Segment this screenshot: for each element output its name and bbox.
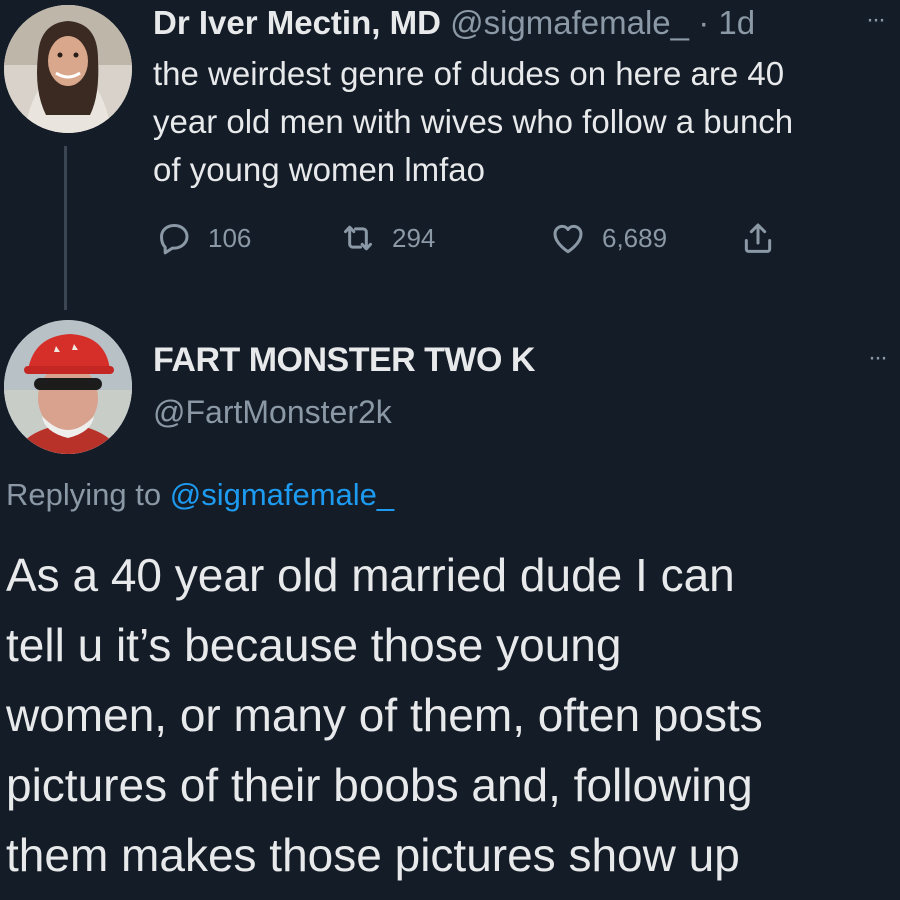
tweet2-text-line: tell u it’s because those young — [6, 619, 622, 671]
tweet1-text-line: the weirdest genre of dudes on here are … — [153, 55, 785, 92]
tweet1-text-line: of young women lmfao — [153, 151, 486, 188]
tweet1-text-line: year old men with wives who follow a bun… — [153, 103, 794, 140]
replying-to-mention[interactable]: @sigmafemale_ — [170, 477, 394, 512]
tweet1-author-handle[interactable]: @sigmafemale_ — [450, 4, 689, 41]
avatar-image — [4, 320, 132, 454]
retweet-count: 294 — [392, 222, 436, 253]
retweet-arrows-icon — [344, 225, 372, 251]
like-button[interactable]: 6,689 — [548, 218, 667, 258]
avatar-sigmafemale[interactable] — [4, 5, 132, 133]
tweet1-timestamp[interactable]: 1d — [718, 4, 755, 41]
reply-count: 106 — [208, 222, 252, 253]
tweet2-more-icon[interactable]: ··· — [868, 344, 888, 372]
tweet2-author-handle[interactable]: @FartMonster2k — [153, 394, 392, 431]
tweet2-text-line: As a 40 year old married dude I can — [6, 549, 735, 601]
reply-button[interactable]: 106 — [154, 218, 251, 258]
tweet2-author-name[interactable]: FART MONSTER TWO K — [153, 341, 535, 380]
heart-icon — [553, 224, 583, 254]
replying-to: Replying to @sigmafemale_ — [6, 477, 394, 513]
tweet2-text-line: pictures of their boobs and, following — [6, 759, 753, 811]
tweet1-author-name[interactable]: Dr Iver Mectin, MD — [153, 4, 441, 41]
tweet2-text-line: them makes those pictures show up — [6, 829, 740, 881]
avatar-fartmonster2k[interactable] — [4, 320, 132, 454]
share-button[interactable] — [738, 218, 778, 258]
retweet-button[interactable]: 294 — [338, 218, 435, 258]
tweet2-text-line: women, or many of them, often posts — [6, 689, 763, 741]
tweet1-more-icon[interactable]: ··· — [866, 6, 886, 34]
tweet1-text: the weirdest genre of dudes on here are … — [153, 50, 900, 194]
speech-bubble-icon — [160, 224, 189, 255]
thread-connector-line — [64, 146, 67, 310]
share-upload-icon — [744, 223, 772, 253]
tweet1-separator: · — [698, 4, 710, 41]
like-count: 6,689 — [602, 222, 668, 253]
avatar-image — [4, 5, 132, 133]
replying-to-prefix: Replying to — [6, 477, 170, 512]
tweet2-text: As a 40 year old married dude I can tell… — [6, 540, 900, 890]
tweet1-header: Dr Iver Mectin, MD @sigmafemale_ · 1d — [153, 3, 755, 43]
